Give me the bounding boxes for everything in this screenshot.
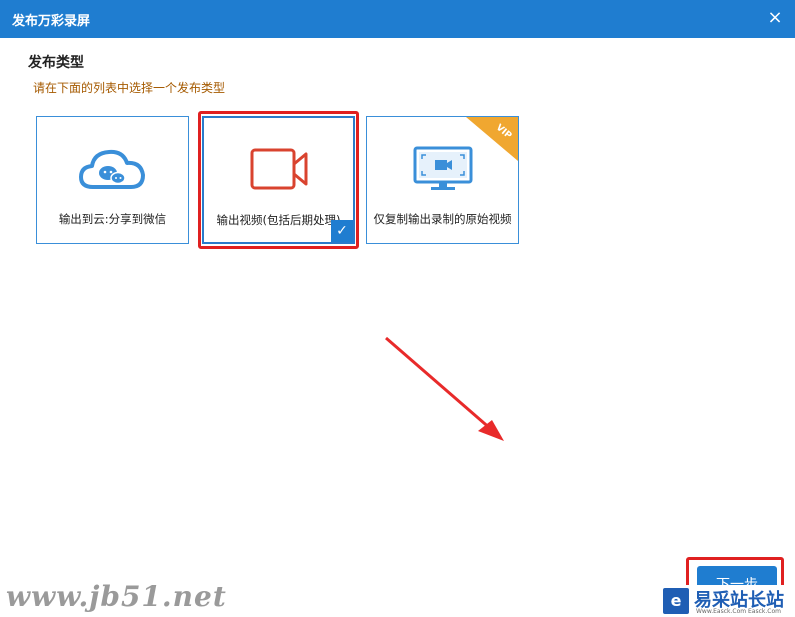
watermark-left: www.jb51.net [6, 580, 227, 613]
site-url: Www.Easck.Com Easck.Com [696, 608, 781, 615]
vip-badge: VIP [466, 117, 518, 161]
option-card-cloud[interactable]: 输出到云:分享到微信 [36, 116, 189, 244]
option-label: 输出到云:分享到微信 [58, 212, 167, 226]
title-bar: 发布万彩录屏 × [0, 0, 795, 38]
close-icon[interactable]: × [765, 8, 785, 28]
watermark-right: e 易采站长站 Www.Easck.Com Easck.Com [661, 585, 795, 617]
option-label: 仅复制输出录制的原始视频 [373, 212, 512, 226]
selection-highlight [198, 111, 359, 249]
annotation-arrow [385, 336, 504, 441]
window-title: 发布万彩录屏 [12, 14, 91, 29]
option-card-raw-video[interactable]: 仅复制输出录制的原始视频 VIP [366, 116, 519, 244]
section-subtitle: 请在下面的列表中选择一个发布类型 [33, 81, 226, 95]
section-heading: 发布类型 [28, 55, 84, 71]
cloud-wechat-icon [37, 145, 188, 193]
site-logo: e [663, 588, 689, 614]
